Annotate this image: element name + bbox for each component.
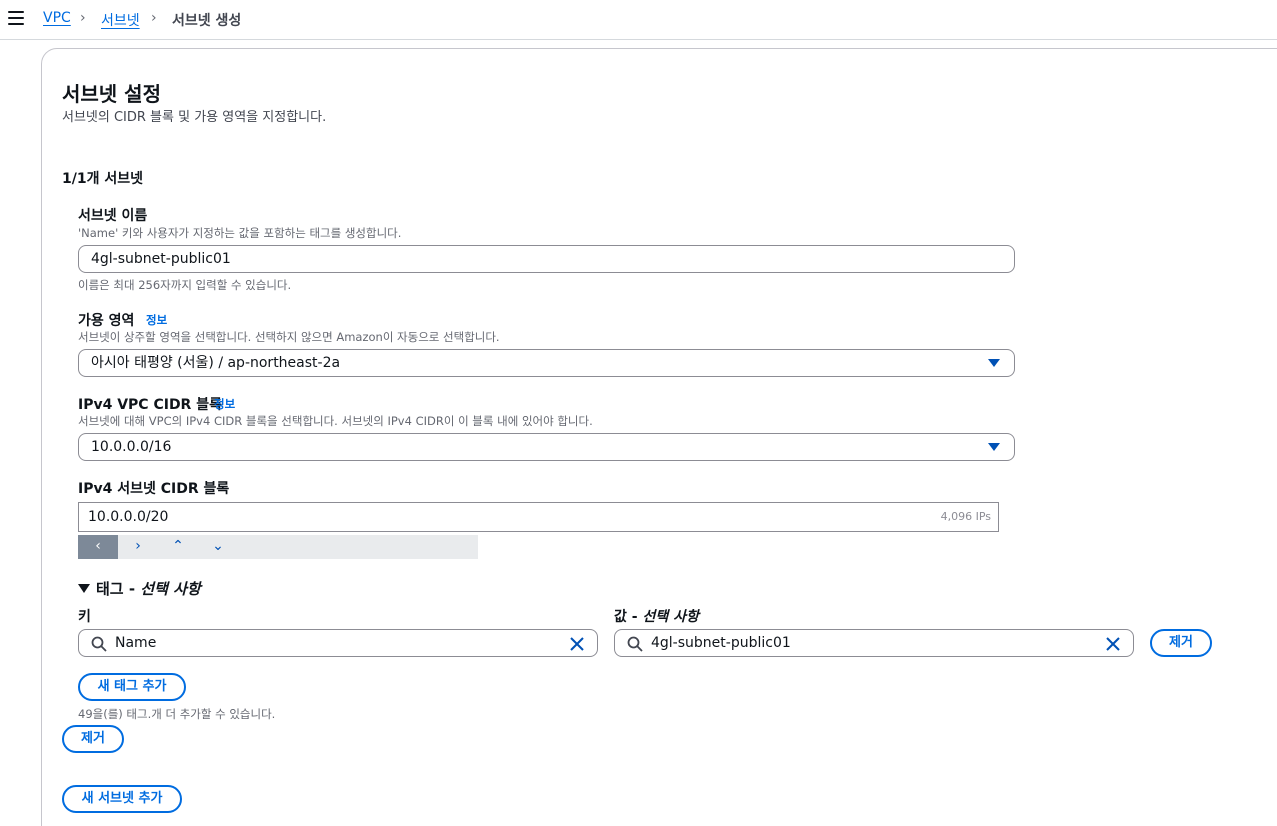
subnet-name-input[interactable]: 4gl-subnet-public01 bbox=[78, 245, 1015, 273]
caret-down-icon bbox=[78, 584, 90, 593]
subnet-name-label: 서브넷 이름 bbox=[78, 208, 148, 224]
tag-key-label: 키 bbox=[78, 609, 91, 625]
close-icon[interactable] bbox=[569, 636, 585, 652]
availability-zone-value: 아시아 태평양 (서울) / ap-northeast-2a bbox=[91, 355, 341, 371]
add-subnet-button[interactable]: 새 서브넷 추가 bbox=[62, 785, 182, 813]
cidr-stepper: ‹ › ⌃ ⌄ bbox=[78, 535, 478, 559]
tags-remaining-text: 49을(를) 태그.개 더 추가할 수 있습니다. bbox=[78, 707, 276, 721]
ip-count: 4,096 IPs bbox=[940, 510, 991, 523]
tag-value-input[interactable]: 4gl-subnet-public01 bbox=[614, 629, 1134, 657]
tag-value-label-optional: 선택 사항 bbox=[642, 609, 699, 625]
ipv4-subnet-cidr-label: IPv4 서브넷 CIDR 블록 bbox=[78, 481, 230, 497]
remove-tag-button[interactable]: 제거 bbox=[1150, 629, 1212, 657]
availability-zone-info-link[interactable]: 정보 bbox=[146, 312, 167, 328]
caret-down-icon bbox=[988, 359, 1000, 367]
chevron-right-icon[interactable]: › bbox=[118, 535, 158, 559]
subnet-name-description: 'Name' 키와 사용자가 지정하는 값을 포함하는 태그를 생성합니다. bbox=[78, 226, 402, 240]
search-icon bbox=[91, 636, 107, 652]
tags-heading: 태그 - bbox=[96, 580, 141, 598]
search-icon bbox=[627, 636, 643, 652]
availability-zone-description: 서브넷이 상주할 영역을 선택합니다. 선택하지 않으면 Amazon이 자동으… bbox=[78, 330, 500, 344]
tag-value-label-main: 값 - bbox=[614, 609, 643, 625]
ipv4-subnet-cidr-value: 10.0.0.0/20 bbox=[88, 509, 169, 525]
ipv4-vpc-cidr-select[interactable]: 10.0.0.0/16 bbox=[78, 433, 1015, 461]
tags-expander[interactable]: 태그 - 선택 사항 bbox=[78, 578, 201, 599]
ipv4-vpc-cidr-label: IPv4 VPC CIDR 블록 bbox=[78, 397, 222, 413]
section-description: 서브넷의 CIDR 블록 및 가용 영역을 지정합니다. bbox=[62, 110, 327, 125]
subnet-count: 1/1개 서브넷 bbox=[62, 171, 143, 187]
chevron-down-icon[interactable]: ⌄ bbox=[198, 535, 238, 559]
top-bar: VPC › 서브넷 › 서브넷 생성 bbox=[0, 0, 1277, 40]
tag-key-input[interactable]: Name bbox=[78, 629, 598, 657]
breadcrumb-current: 서브넷 생성 bbox=[172, 13, 242, 29]
ipv4-subnet-cidr-input[interactable]: 10.0.0.0/20 4,096 IPs bbox=[78, 502, 999, 532]
ipv4-vpc-cidr-value: 10.0.0.0/16 bbox=[91, 439, 172, 455]
ipv4-vpc-cidr-description: 서브넷에 대해 VPC의 IPv4 CIDR 블록을 선택합니다. 서브넷의 I… bbox=[78, 414, 593, 428]
breadcrumb-vpc[interactable]: VPC bbox=[43, 10, 71, 26]
tags-heading-optional: 선택 사항 bbox=[140, 580, 201, 598]
add-tag-button[interactable]: 새 태그 추가 bbox=[78, 673, 186, 701]
subnet-name-value: 4gl-subnet-public01 bbox=[91, 251, 231, 267]
tag-key-value: Name bbox=[115, 635, 157, 651]
chevron-right-icon: › bbox=[151, 10, 157, 26]
availability-zone-select[interactable]: 아시아 태평양 (서울) / ap-northeast-2a bbox=[78, 349, 1015, 377]
chevron-right-icon: › bbox=[80, 10, 86, 26]
breadcrumb-subnets[interactable]: 서브넷 bbox=[101, 10, 140, 30]
chevron-up-icon[interactable]: ⌃ bbox=[158, 535, 198, 559]
remove-subnet-button[interactable]: 제거 bbox=[62, 725, 124, 753]
chevron-left-icon[interactable]: ‹ bbox=[78, 535, 118, 559]
close-icon[interactable] bbox=[1105, 636, 1121, 652]
availability-zone-label: 가용 영역 bbox=[78, 313, 135, 329]
tag-value-label: 값 - 선택 사항 bbox=[614, 606, 699, 626]
ipv4-vpc-cidr-info-link[interactable]: 정보 bbox=[214, 396, 235, 412]
menu-icon[interactable] bbox=[8, 11, 24, 25]
subnet-name-constraint: 이름은 최대 256자까지 입력할 수 있습니다. bbox=[78, 278, 292, 292]
tag-value-value: 4gl-subnet-public01 bbox=[651, 635, 791, 651]
caret-down-icon bbox=[988, 443, 1000, 451]
section-title: 서브넷 설정 bbox=[62, 82, 161, 106]
